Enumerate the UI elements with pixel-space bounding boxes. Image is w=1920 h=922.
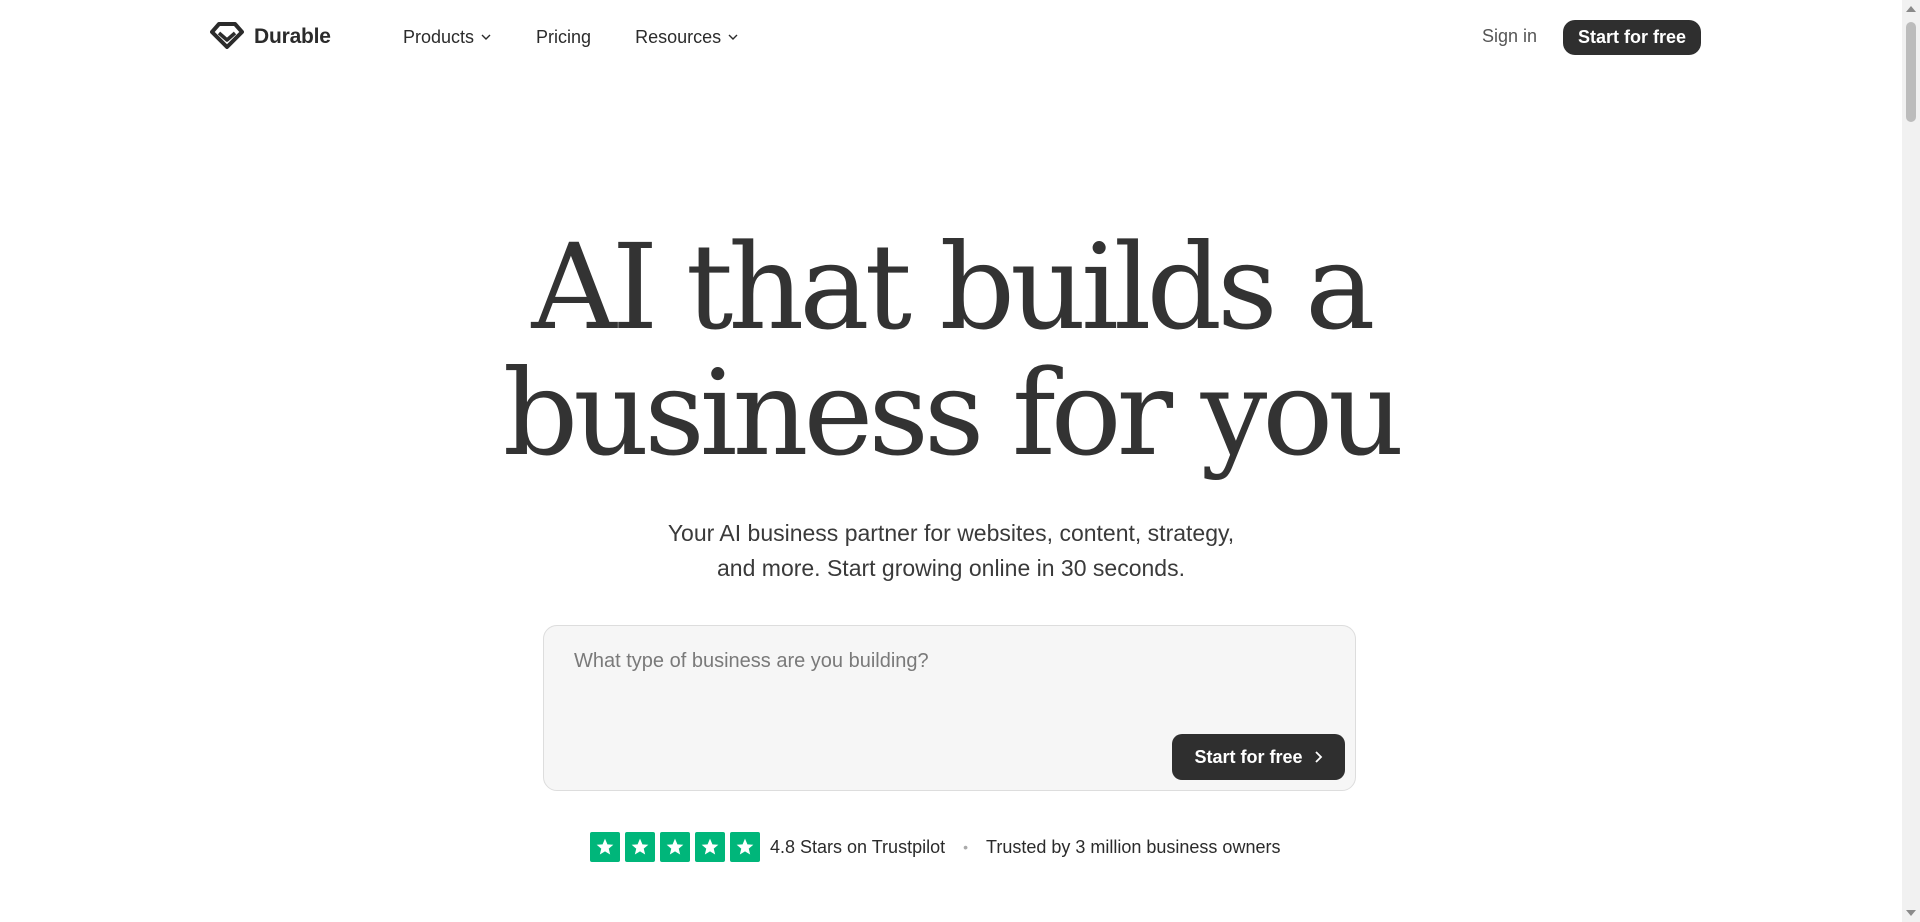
prompt-cta-label: Start for free	[1194, 746, 1303, 767]
hero-title-line: AI that builds a	[531, 218, 1376, 356]
hero-subtitle-line: Your AI business partner for websites, c…	[667, 520, 1235, 546]
trustpilot-stars	[590, 832, 760, 862]
hero-subtitle: Your AI business partner for websites, c…	[0, 516, 1902, 586]
scrollbar-thumb[interactable]	[1906, 22, 1916, 122]
star-icon	[590, 832, 620, 862]
nav-item-products[interactable]: Products	[403, 22, 492, 52]
star-icon	[730, 832, 760, 862]
trust-bar: 4.8 Stars on Trustpilot • Trusted by 3 m…	[590, 832, 1280, 862]
nav-item-label: Products	[403, 26, 475, 47]
chevron-right-icon	[1314, 751, 1322, 763]
star-icon	[625, 832, 655, 862]
star-icon	[695, 832, 725, 862]
logo-text: Durable	[254, 25, 331, 48]
scroll-up-arrow-icon[interactable]	[1906, 6, 1916, 12]
business-type-input[interactable]	[574, 650, 1314, 710]
separator-dot: •	[963, 839, 968, 855]
hero-title: AI that builds a business for you	[0, 224, 1902, 476]
prompt-start-for-free-button[interactable]: Start for free	[1172, 734, 1345, 780]
main-nav: Products Pricing Resources	[403, 22, 783, 52]
chevron-down-icon	[728, 34, 738, 40]
nav-item-label: Pricing	[536, 26, 592, 47]
chevron-down-icon	[481, 34, 491, 40]
start-for-free-button[interactable]: Start for free	[1563, 20, 1701, 55]
trusted-by-text: Trusted by 3 million business owners	[986, 836, 1281, 857]
nav-item-label: Resources	[635, 26, 722, 47]
logo-link[interactable]: Durable	[210, 20, 331, 54]
trustpilot-rating: 4.8 Stars on Trustpilot	[770, 836, 946, 857]
top-nav: Durable Products Pricing Resources Sign …	[0, 0, 1902, 74]
business-prompt-box: Start for free	[543, 625, 1356, 791]
diamond-logo-icon	[210, 21, 244, 54]
nav-item-pricing[interactable]: Pricing	[536, 22, 591, 52]
scroll-down-arrow-icon[interactable]	[1906, 910, 1916, 916]
hero-subtitle-line: and more. Start growing online in 30 sec…	[717, 555, 1185, 581]
page: Durable Products Pricing Resources Sign …	[0, 0, 1902, 922]
nav-item-resources[interactable]: Resources	[635, 22, 739, 52]
hero-title-line: business for you	[502, 344, 1405, 482]
vertical-scrollbar[interactable]	[1902, 0, 1920, 922]
sign-in-link[interactable]: Sign in	[1482, 26, 1537, 47]
star-icon	[660, 832, 690, 862]
